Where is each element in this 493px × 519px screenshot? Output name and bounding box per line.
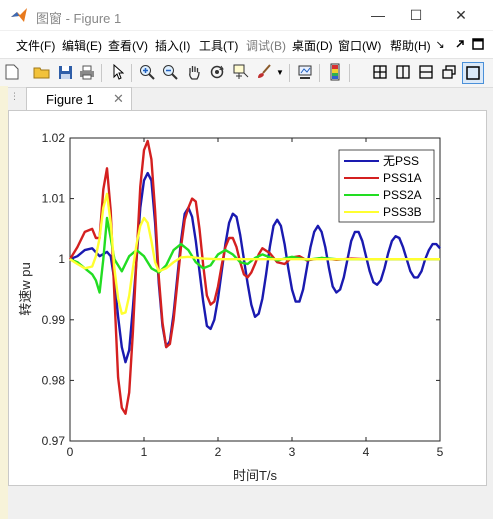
tile-rows-button[interactable] xyxy=(416,62,436,82)
rotate-3d-button[interactable] xyxy=(207,62,227,82)
menu-view[interactable]: 查看(V) xyxy=(108,37,148,54)
pointer-arrow-icon xyxy=(113,64,124,80)
y-tick-label: 0.99 xyxy=(42,313,66,327)
toolbar-separator xyxy=(131,64,132,82)
close-icon[interactable]: ✕ xyxy=(113,91,124,107)
x-tick-label: 0 xyxy=(67,445,74,459)
print-button[interactable] xyxy=(77,62,97,82)
maximize-button[interactable]: ☐ xyxy=(393,0,439,30)
x-axis-label: 时间T/s xyxy=(233,468,278,483)
colorbar-button[interactable] xyxy=(325,62,345,82)
toolbar: ▼ xyxy=(0,58,493,88)
zoom-out-icon xyxy=(163,65,178,80)
chevron-down-icon: ▼ xyxy=(276,67,284,77)
tab-label: Figure 1 xyxy=(46,92,94,107)
dock-icon xyxy=(472,38,484,50)
colorbar-icon xyxy=(330,63,340,81)
float-window-icon xyxy=(442,65,456,79)
zoom-out-button[interactable] xyxy=(160,62,180,82)
status-bar xyxy=(8,486,485,510)
zoom-in-icon xyxy=(140,65,155,80)
menu-file[interactable]: 文件(F) xyxy=(16,37,55,54)
maximize-icon: ☐ xyxy=(409,6,423,23)
brush-dropdown-button[interactable]: ▼ xyxy=(274,62,286,82)
dock-button[interactable] xyxy=(469,35,487,53)
background-strip xyxy=(0,86,8,519)
edit-plot-button[interactable] xyxy=(108,62,128,82)
legend: 无PSS PSS1A PSS2A PSS3B xyxy=(338,149,435,223)
x-tick-label: 3 xyxy=(289,445,296,459)
menu-bar: 文件(F) 编辑(E) 查看(V) 插入(I) 工具(T) 调试(B) 桌面(D… xyxy=(0,31,493,58)
brush-icon xyxy=(258,64,271,78)
menu-desktop[interactable]: 桌面(D) xyxy=(292,37,333,54)
grip-icon: ⋮ xyxy=(10,91,19,101)
menu-edit[interactable]: 编辑(E) xyxy=(62,37,102,54)
undock-icon xyxy=(456,40,464,48)
toolbar-separator xyxy=(289,64,290,82)
window-title: 图窗 - Figure 1 xyxy=(36,11,122,26)
chart: 0 1 2 3 4 5 0.97 0.98 0.99 1 1.01 1.02 时间T/s 转速w pu… xyxy=(18,131,444,483)
print-icon xyxy=(80,65,94,79)
toolbar-separator xyxy=(319,64,320,82)
data-cursor-icon xyxy=(233,64,249,79)
toolbar-separator xyxy=(101,64,102,82)
close-icon: ✕ xyxy=(455,6,467,23)
minimize-icon: — xyxy=(371,7,385,23)
pan-button[interactable] xyxy=(184,62,204,82)
tab-figure-1[interactable]: Figure 1 ✕ xyxy=(26,87,132,111)
brush-button[interactable] xyxy=(254,62,274,82)
figure-canvas: 0 1 2 3 4 5 0.97 0.98 0.99 1 1.01 1.02 时间T/s 转速w pu… xyxy=(8,110,487,486)
menu-help[interactable]: 帮助(H) xyxy=(390,37,431,54)
tile-columns-button[interactable] xyxy=(393,62,413,82)
float-button[interactable] xyxy=(439,62,459,82)
matlab-logo-icon xyxy=(11,8,27,22)
y-tick-label: 1 xyxy=(58,252,65,266)
open-folder-icon xyxy=(33,67,50,79)
rotate-icon xyxy=(210,65,224,79)
link-plot-button[interactable] xyxy=(295,62,315,82)
y-tick-label: 1.02 xyxy=(42,131,66,145)
tile-grid-button[interactable] xyxy=(370,62,390,82)
x-tick-label: 5 xyxy=(437,445,444,459)
maximize-pane-button[interactable] xyxy=(462,62,484,84)
grid-layout-icon xyxy=(373,65,387,79)
overflow-arrow-icon[interactable]: ↘ xyxy=(431,35,449,53)
link-plot-icon xyxy=(298,65,312,79)
new-file-icon xyxy=(5,64,19,80)
legend-label-pss3b: PSS3B xyxy=(383,205,422,219)
y-tick-label: 0.97 xyxy=(42,434,66,448)
x-tick-label: 2 xyxy=(215,445,222,459)
columns-layout-icon xyxy=(396,65,410,79)
open-button[interactable] xyxy=(32,62,52,82)
toolbar-separator xyxy=(349,64,350,82)
figure-tab-strip: ⋮ Figure 1 ✕ xyxy=(8,86,485,111)
new-figure-button[interactable] xyxy=(2,62,22,82)
close-button[interactable]: ✕ xyxy=(438,0,484,30)
menu-debug[interactable]: 调试(B) xyxy=(246,37,286,54)
title-bar: 图窗 - Figure 1 — ☐ ✕ xyxy=(0,0,493,30)
zoom-in-button[interactable] xyxy=(137,62,157,82)
y-tick-label: 0.98 xyxy=(42,373,66,387)
menu-window[interactable]: 窗口(W) xyxy=(338,37,381,54)
menu-tools[interactable]: 工具(T) xyxy=(199,37,238,54)
y-axis-label: 转速w pu xyxy=(18,262,33,315)
legend-label-pss1a: PSS1A xyxy=(383,171,422,185)
menu-insert[interactable]: 插入(I) xyxy=(155,37,190,54)
rows-layout-icon xyxy=(419,65,433,79)
pan-hand-icon xyxy=(189,66,200,80)
x-tick-label: 4 xyxy=(363,445,370,459)
legend-label-no-pss: 无PSS xyxy=(383,154,419,168)
y-tick-label: 1.01 xyxy=(42,192,66,206)
undock-button[interactable] xyxy=(451,35,469,53)
save-button[interactable] xyxy=(55,62,75,82)
save-icon xyxy=(58,65,72,79)
maximize-pane-icon xyxy=(466,66,480,80)
figure-window: 图窗 - Figure 1 — ☐ ✕ 文件(F) 编辑(E) 查看(V) 插入… xyxy=(0,0,493,519)
data-cursor-button[interactable] xyxy=(231,62,251,82)
x-tick-label: 1 xyxy=(141,445,148,459)
legend-label-pss2a: PSS2A xyxy=(383,188,422,202)
